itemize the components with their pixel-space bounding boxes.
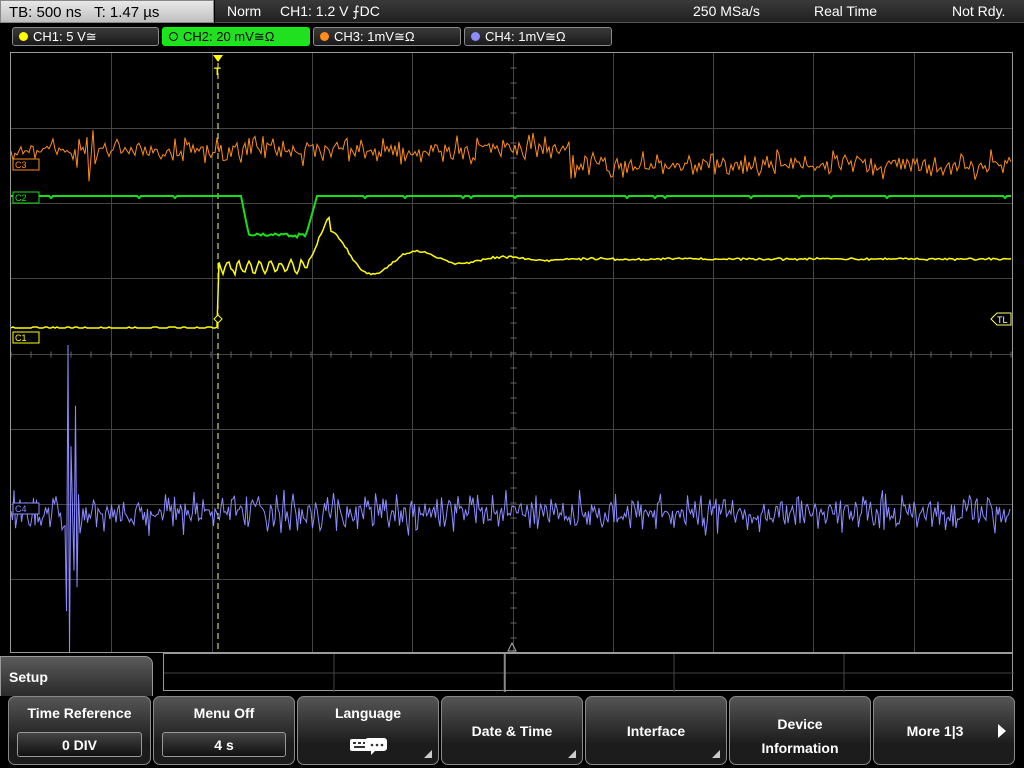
- channel-4-marker[interactable]: C4: [12, 502, 40, 515]
- channel-3-marker[interactable]: C3: [12, 158, 40, 171]
- submenu-indicator-icon: [424, 750, 432, 758]
- channel-1-trace: [11, 215, 1012, 329]
- channel-2-marker[interactable]: C2: [12, 191, 40, 204]
- trigger-time-value: T: 1.47 µs: [94, 4, 160, 21]
- menu-off-softkey[interactable]: Menu Off 4 s: [153, 696, 295, 765]
- menu-title: Setup: [0, 656, 153, 696]
- submenu-indicator-icon: [568, 750, 576, 758]
- menu-off-value: 4 s: [162, 732, 286, 757]
- center-position-icon: [507, 641, 517, 652]
- trigger-mode[interactable]: Norm: [227, 3, 261, 19]
- timebase-display[interactable]: TB: 500 ns T: 1.47 µs: [0, 0, 214, 23]
- more-label: More 1|3: [906, 723, 964, 739]
- channel-3-label: CH3: 1mV≅Ω: [334, 29, 415, 44]
- more-softkey[interactable]: More 1|3: [873, 696, 1015, 765]
- date-time-label: Date & Time: [471, 723, 553, 739]
- acquisition-state: Not Rdy.: [952, 3, 1006, 19]
- status-bar: Norm CH1: 1.2 V ⨍DC 250 MSa/s Real Time …: [215, 0, 1024, 23]
- tab-channel-3[interactable]: CH3: 1mV≅Ω: [313, 27, 461, 46]
- trigger-source[interactable]: CH1: 1.2 V ⨍DC: [280, 3, 380, 20]
- channel-2-color-icon: [169, 32, 178, 41]
- acquisition-mode[interactable]: Real Time: [814, 3, 877, 19]
- menu-off-label: Menu Off: [193, 705, 255, 721]
- channel-4-color-icon: [471, 32, 480, 41]
- channel-4-trace: [11, 344, 1011, 652]
- trigger-point-icon: [213, 314, 223, 324]
- date-time-softkey[interactable]: Date & Time: [441, 696, 583, 765]
- trigger-position-marker[interactable]: T: [213, 55, 223, 78]
- language-label: Language: [334, 705, 402, 721]
- svg-text:C4: C4: [15, 504, 27, 514]
- time-reference-label: Time Reference: [27, 705, 132, 721]
- channel-tabs: CH1: 5 V≅ CH2: 20 mV≅Ω CH3: 1mV≅Ω CH4: 1…: [0, 25, 1024, 48]
- device-information-label-1: Device: [777, 716, 823, 732]
- time-reference-softkey[interactable]: Time Reference 0 DIV: [8, 696, 151, 765]
- softkey-bar: Time Reference 0 DIV Menu Off 4 s Langua…: [0, 696, 1024, 768]
- channel-1-marker[interactable]: C1: [12, 331, 40, 344]
- waveform-svg: C3 C2 C1 C4 TL T: [11, 53, 1012, 652]
- timebase-value: TB: 500 ns: [9, 4, 82, 21]
- next-page-arrow-icon: [998, 724, 1006, 738]
- time-reference-value: 0 DIV: [17, 732, 142, 757]
- channel-2-trace: [11, 195, 1011, 240]
- interface-softkey[interactable]: Interface: [585, 696, 727, 765]
- channel-4-label: CH4: 1mV≅Ω: [485, 29, 566, 44]
- channel-2-label: CH2: 20 mV≅Ω: [183, 29, 275, 44]
- device-information-softkey[interactable]: Device Information: [729, 696, 871, 765]
- tab-channel-1[interactable]: CH1: 5 V≅: [12, 27, 159, 46]
- trigger-level-marker[interactable]: TL: [990, 312, 1012, 326]
- channel-1-label: CH1: 5 V≅: [33, 29, 97, 44]
- svg-text:C3: C3: [15, 160, 27, 170]
- tab-channel-4[interactable]: CH4: 1mV≅Ω: [464, 27, 612, 46]
- submenu-indicator-icon: [712, 750, 720, 758]
- trigger-coupling: ⨍DC: [352, 3, 380, 19]
- svg-text:C1: C1: [15, 333, 27, 343]
- graticule-center-ticks: [11, 53, 1012, 639]
- device-information-label-2: Information: [761, 740, 839, 756]
- waveform-display[interactable]: C3 C2 C1 C4 TL T: [10, 52, 1013, 653]
- svg-text:C2: C2: [15, 193, 27, 203]
- channel-3-color-icon: [320, 32, 329, 41]
- language-keyboard-icon: [350, 738, 387, 755]
- svg-text:T: T: [214, 66, 221, 78]
- overview-strip: [163, 653, 1014, 692]
- sample-rate: 250 MSa/s: [693, 3, 760, 19]
- language-softkey[interactable]: Language: [297, 696, 439, 765]
- channel-3-trace: [11, 130, 1012, 182]
- svg-text:TL: TL: [997, 315, 1008, 325]
- channel-1-color-icon: [19, 32, 28, 41]
- tab-channel-2[interactable]: CH2: 20 mV≅Ω: [162, 27, 310, 46]
- interface-label: Interface: [626, 723, 686, 739]
